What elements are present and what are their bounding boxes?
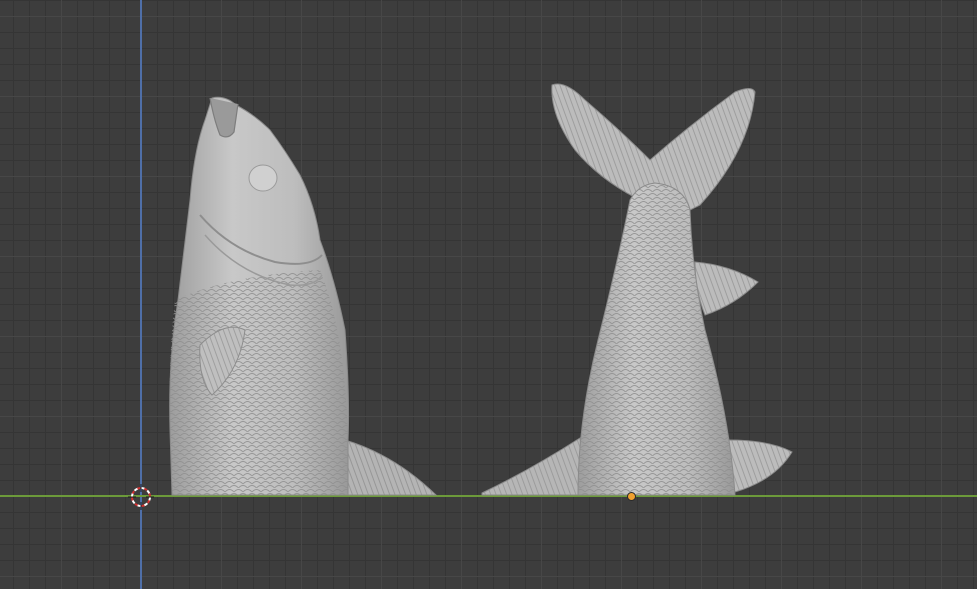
fish1-eye [248, 164, 278, 192]
fish-tail-up-model[interactable] [481, 83, 793, 496]
3d-cursor-icon[interactable] [128, 484, 154, 510]
object-origin-icon [627, 492, 636, 501]
3d-viewport[interactable] [0, 0, 977, 589]
fish-head-up-model[interactable] [169, 96, 438, 496]
